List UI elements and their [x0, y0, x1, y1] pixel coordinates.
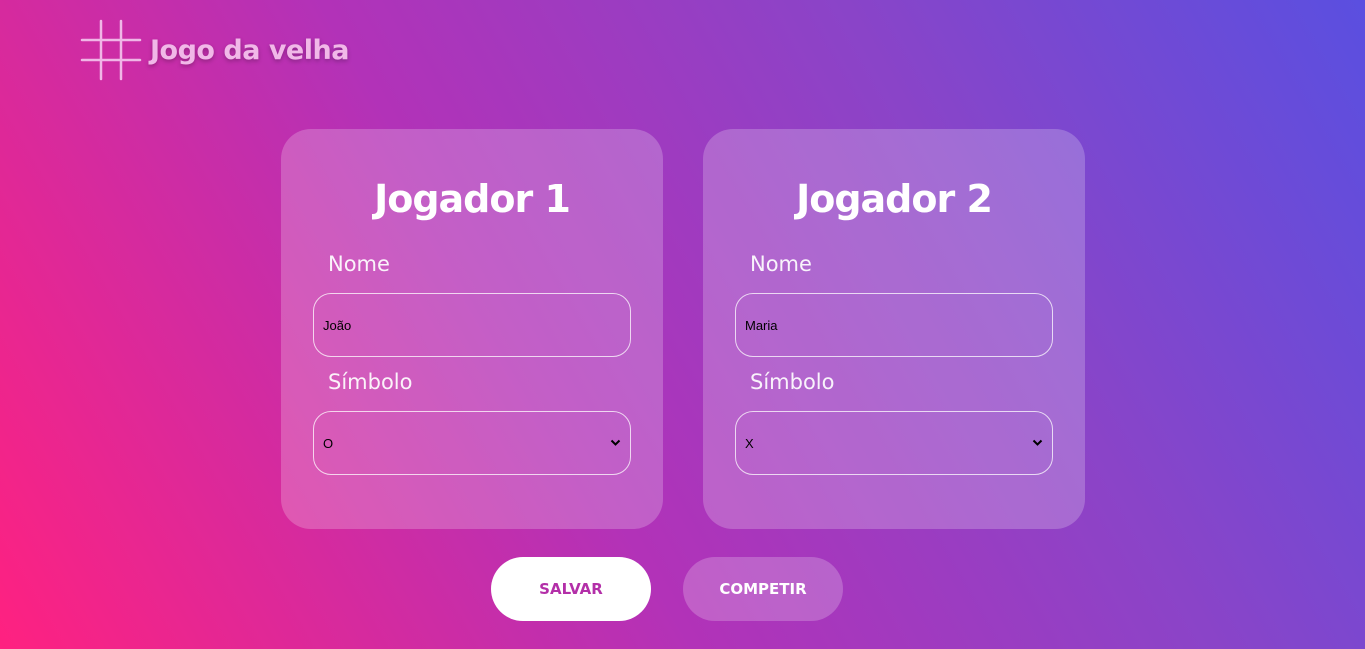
player-2-card: Jogador 2 Nome Maria Símbolo X — [703, 129, 1085, 529]
player-1-name-input[interactable]: João — [313, 293, 631, 357]
player-2-symbol-label: Símbolo — [750, 370, 835, 394]
player-1-name-label: Nome — [328, 252, 390, 276]
app-title: Jogo da velha — [150, 34, 349, 66]
player-1-symbol-select[interactable]: O — [313, 411, 631, 475]
player-2-title: Jogador 2 — [796, 177, 993, 221]
player-1-symbol-label: Símbolo — [328, 370, 413, 394]
player-1-title: Jogador 1 — [374, 177, 571, 221]
chevron-down-icon — [610, 439, 621, 446]
save-button[interactable]: SALVAR — [491, 557, 651, 621]
chevron-down-icon — [1032, 439, 1043, 446]
player-2-name-value: Maria — [745, 317, 778, 333]
compete-button[interactable]: COMPETIR — [683, 557, 843, 621]
player-1-name-value: João — [323, 317, 352, 333]
tic-tac-toe-grid-icon — [80, 19, 142, 81]
app-header: Jogo da velha — [80, 19, 349, 81]
player-1-symbol-value: O — [323, 435, 334, 451]
player-1-card: Jogador 1 Nome João Símbolo O — [281, 129, 663, 529]
player-2-name-input[interactable]: Maria — [735, 293, 1053, 357]
player-2-symbol-value: X — [745, 435, 754, 451]
player-2-name-label: Nome — [750, 252, 812, 276]
player-2-symbol-select[interactable]: X — [735, 411, 1053, 475]
